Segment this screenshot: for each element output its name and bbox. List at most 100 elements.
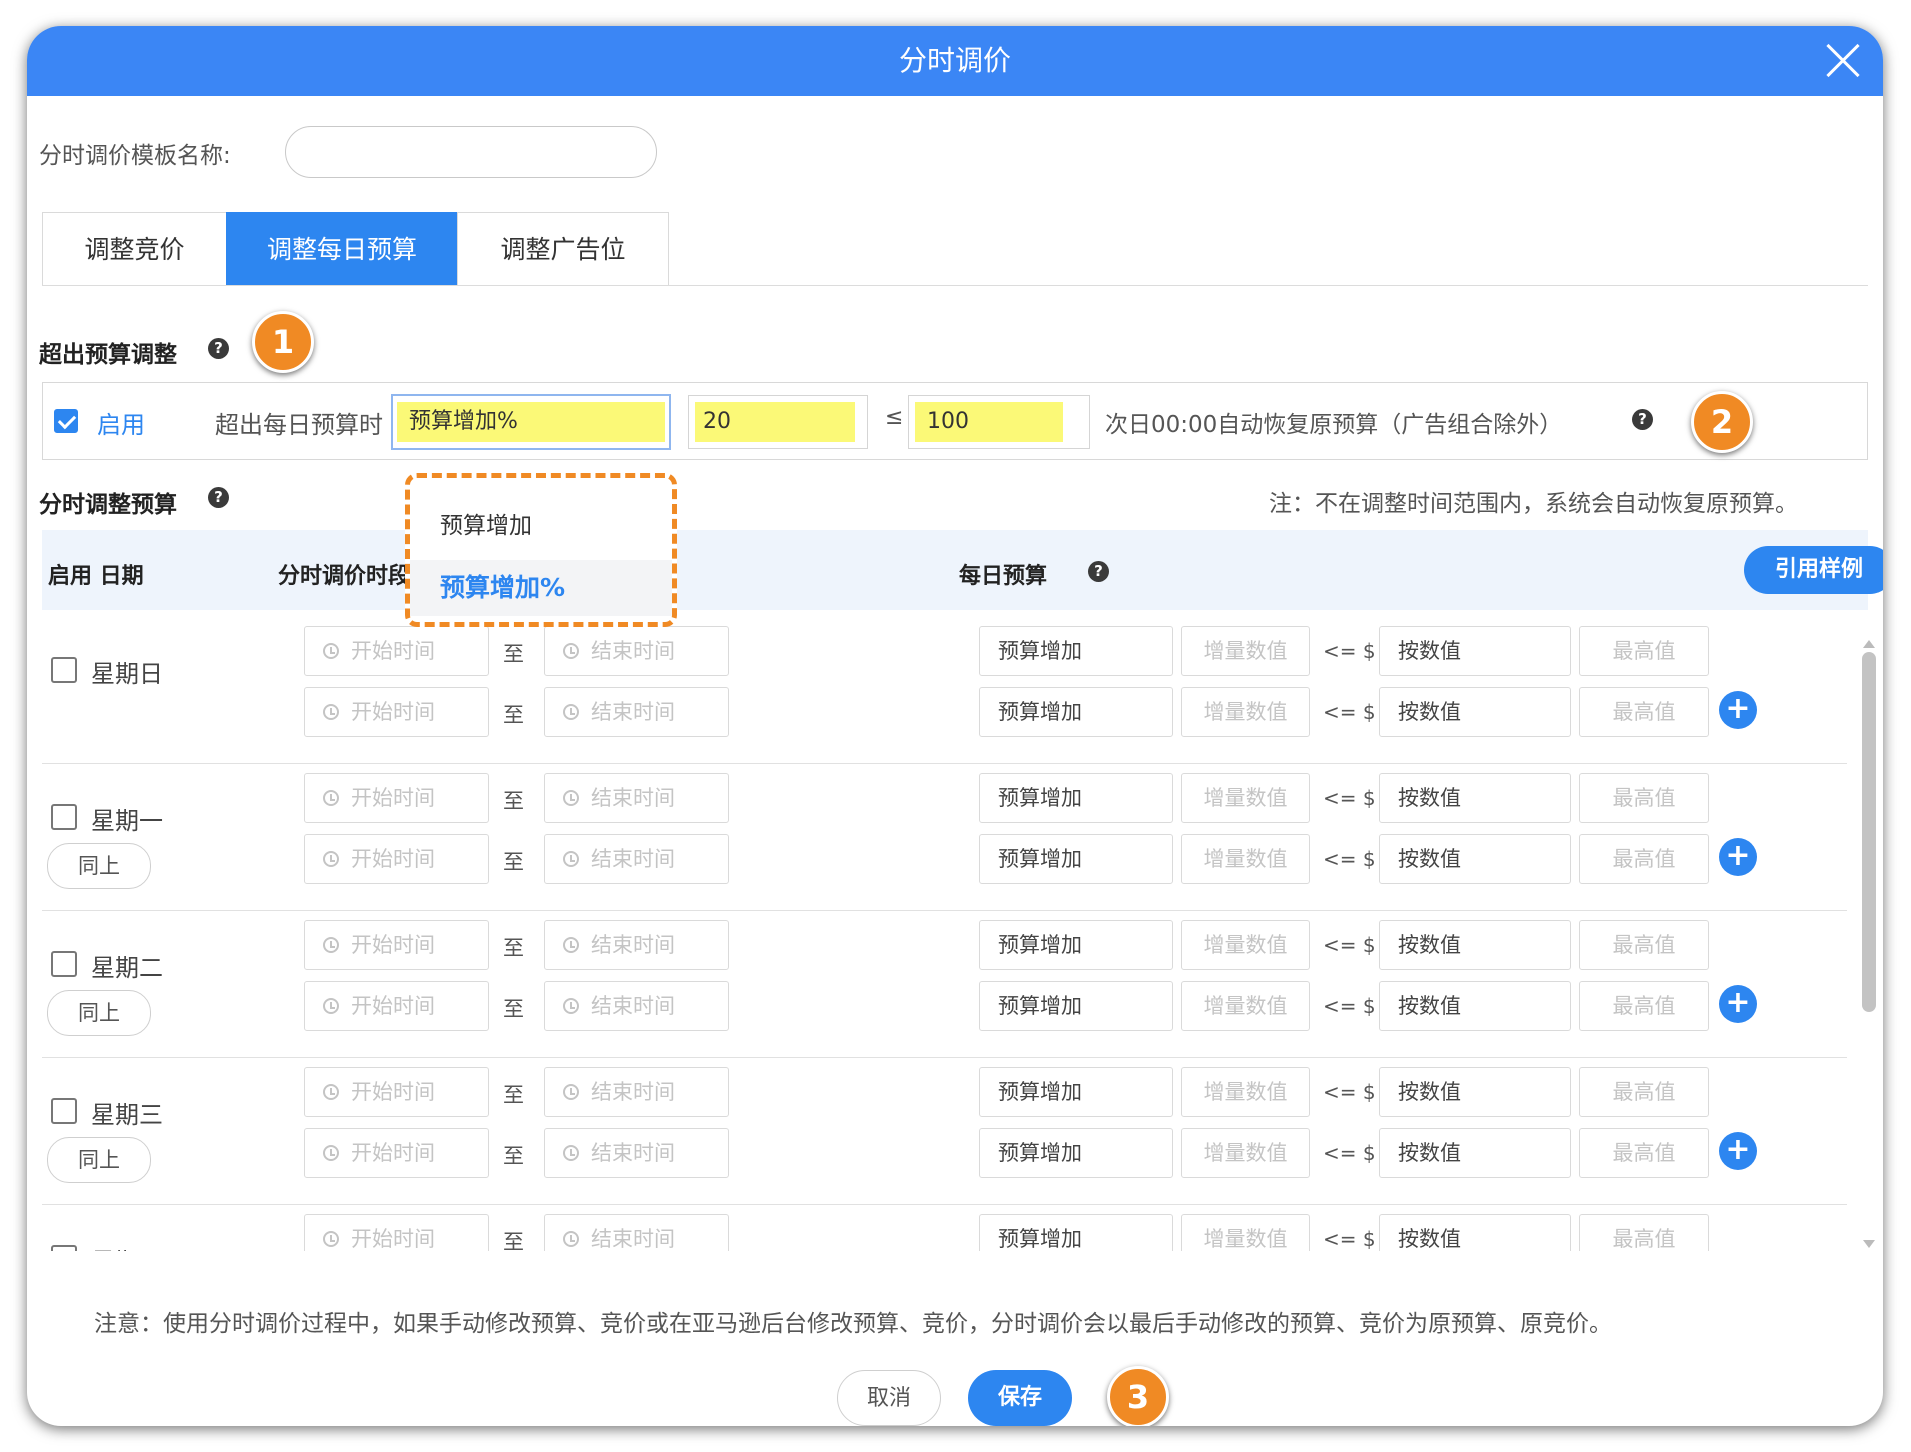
- daily-budget-help-icon[interactable]: ?: [1088, 561, 1109, 582]
- help-icon[interactable]: ?: [208, 338, 229, 359]
- close-icon[interactable]: [1823, 41, 1863, 81]
- clock-icon: [563, 1084, 579, 1100]
- budget-mode-select[interactable]: 预算增加: [979, 687, 1173, 737]
- over-budget-amount-input[interactable]: 20: [688, 395, 868, 449]
- add-slot-icon[interactable]: +: [1719, 985, 1757, 1023]
- budget-mode-select[interactable]: 预算增加: [979, 981, 1173, 1031]
- increment-input[interactable]: 增量数值: [1181, 626, 1310, 676]
- same-as-above-button[interactable]: 同上: [47, 990, 151, 1036]
- add-slot-icon[interactable]: +: [1719, 838, 1757, 876]
- increment-input[interactable]: 增量数值: [1181, 920, 1310, 970]
- increment-input[interactable]: 增量数值: [1181, 1214, 1310, 1251]
- increment-input[interactable]: 增量数值: [1181, 1128, 1310, 1178]
- dropdown-option-budget-increase[interactable]: 预算增加: [410, 498, 672, 554]
- tab-divider: [42, 285, 1868, 286]
- day-enable-checkbox[interactable]: [51, 951, 77, 977]
- day-enable-checkbox[interactable]: [51, 1098, 77, 1124]
- start-time-input[interactable]: 开始时间: [304, 834, 489, 884]
- budget-mode-select[interactable]: 预算增加: [979, 834, 1173, 884]
- step-marker-2: 2: [1691, 391, 1753, 453]
- start-time-input[interactable]: 开始时间: [304, 1128, 489, 1178]
- by-value-select[interactable]: 按数值: [1379, 920, 1571, 970]
- day-enable-checkbox[interactable]: [51, 1245, 77, 1251]
- budget-mode-select[interactable]: 预算增加: [979, 920, 1173, 970]
- start-time-input[interactable]: 开始时间: [304, 981, 489, 1031]
- end-time-input[interactable]: 结束时间: [544, 626, 729, 676]
- max-value-input[interactable]: 最高值: [1579, 920, 1709, 970]
- save-button[interactable]: 保存: [968, 1370, 1072, 1426]
- by-value-select[interactable]: 按数值: [1379, 981, 1571, 1031]
- budget-mode-select[interactable]: 预算增加: [979, 626, 1173, 676]
- max-value-input[interactable]: 最高值: [1579, 834, 1709, 884]
- add-slot-icon[interactable]: +: [1719, 691, 1757, 729]
- over-budget-limit-input[interactable]: 100: [908, 395, 1090, 449]
- to-label: 至: [503, 642, 524, 666]
- max-value-input[interactable]: 最高值: [1579, 981, 1709, 1031]
- scroll-down-icon[interactable]: [1863, 1240, 1875, 1248]
- scroll-up-icon[interactable]: [1863, 640, 1875, 648]
- start-time-input[interactable]: 开始时间: [304, 1214, 489, 1251]
- start-time-placeholder: 开始时间: [351, 994, 435, 1018]
- scroll-thumb[interactable]: [1862, 652, 1876, 1012]
- day-label: 星期四: [91, 1242, 163, 1251]
- end-time-placeholder: 结束时间: [591, 700, 675, 724]
- by-value-select[interactable]: 按数值: [1379, 1128, 1571, 1178]
- end-time-input[interactable]: 结束时间: [544, 687, 729, 737]
- day-enable-checkbox[interactable]: [51, 804, 77, 830]
- template-name-input[interactable]: [285, 126, 657, 178]
- tab-adjust-placement[interactable]: 调整广告位: [457, 212, 669, 286]
- start-time-input[interactable]: 开始时间: [304, 1067, 489, 1117]
- max-value-input[interactable]: 最高值: [1579, 1128, 1709, 1178]
- start-time-input[interactable]: 开始时间: [304, 920, 489, 970]
- end-time-input[interactable]: 结束时间: [544, 773, 729, 823]
- end-time-input[interactable]: 结束时间: [544, 920, 729, 970]
- by-value-select[interactable]: 按数值: [1379, 687, 1571, 737]
- add-slot-icon[interactable]: +: [1719, 1132, 1757, 1170]
- budget-mode-select[interactable]: 预算增加: [979, 1128, 1173, 1178]
- over-budget-mode-select[interactable]: 预算增加%: [391, 394, 671, 450]
- by-value-select[interactable]: 按数值: [1379, 834, 1571, 884]
- cancel-button[interactable]: 取消: [837, 1370, 941, 1426]
- budget-mode-select[interactable]: 预算增加: [979, 773, 1173, 823]
- max-value-input[interactable]: 最高值: [1579, 773, 1709, 823]
- over-budget-when-label: 超出每日预算时: [215, 411, 383, 439]
- timeslot-help-icon[interactable]: ?: [208, 487, 229, 508]
- end-time-input[interactable]: 结束时间: [544, 834, 729, 884]
- increment-input[interactable]: 增量数值: [1181, 773, 1310, 823]
- end-time-input[interactable]: 结束时间: [544, 1128, 729, 1178]
- increment-input[interactable]: 增量数值: [1181, 981, 1310, 1031]
- step-marker-1: 1: [252, 311, 314, 373]
- by-value-select[interactable]: 按数值: [1379, 626, 1571, 676]
- end-time-input[interactable]: 结束时间: [544, 1214, 729, 1251]
- max-value-input[interactable]: 最高值: [1579, 1067, 1709, 1117]
- end-time-input[interactable]: 结束时间: [544, 1067, 729, 1117]
- clock-icon: [323, 643, 339, 659]
- use-example-button[interactable]: 引用样例: [1744, 546, 1883, 594]
- max-value-input[interactable]: 最高值: [1579, 687, 1709, 737]
- end-time-input[interactable]: 结束时间: [544, 981, 729, 1031]
- increment-input[interactable]: 增量数值: [1181, 834, 1310, 884]
- start-time-input[interactable]: 开始时间: [304, 687, 489, 737]
- by-value-select[interactable]: 按数值: [1379, 773, 1571, 823]
- by-value-select[interactable]: 按数值: [1379, 1214, 1571, 1251]
- start-time-input[interactable]: 开始时间: [304, 626, 489, 676]
- max-value-input[interactable]: 最高值: [1579, 626, 1709, 676]
- budget-mode-select[interactable]: 预算增加: [979, 1214, 1173, 1251]
- increment-input[interactable]: 增量数值: [1181, 687, 1310, 737]
- max-value-input[interactable]: 最高值: [1579, 1214, 1709, 1251]
- budget-mode-select[interactable]: 预算增加: [979, 1067, 1173, 1117]
- restore-help-icon[interactable]: ?: [1632, 409, 1653, 430]
- same-as-above-button[interactable]: 同上: [47, 1137, 151, 1183]
- over-budget-enable-checkbox[interactable]: [54, 409, 78, 433]
- dropdown-option-budget-increase-percent[interactable]: 预算增加%: [410, 560, 672, 616]
- tab-adjust-bid[interactable]: 调整竞价: [42, 212, 227, 286]
- increment-input[interactable]: 增量数值: [1181, 1067, 1310, 1117]
- clock-icon: [323, 1084, 339, 1100]
- by-value-select[interactable]: 按数值: [1379, 1067, 1571, 1117]
- to-label: 至: [503, 703, 524, 727]
- tab-adjust-daily-budget[interactable]: 调整每日预算: [226, 212, 458, 286]
- start-time-input[interactable]: 开始时间: [304, 773, 489, 823]
- day-enable-checkbox[interactable]: [51, 657, 77, 683]
- same-as-above-button[interactable]: 同上: [47, 843, 151, 889]
- clock-icon: [323, 851, 339, 867]
